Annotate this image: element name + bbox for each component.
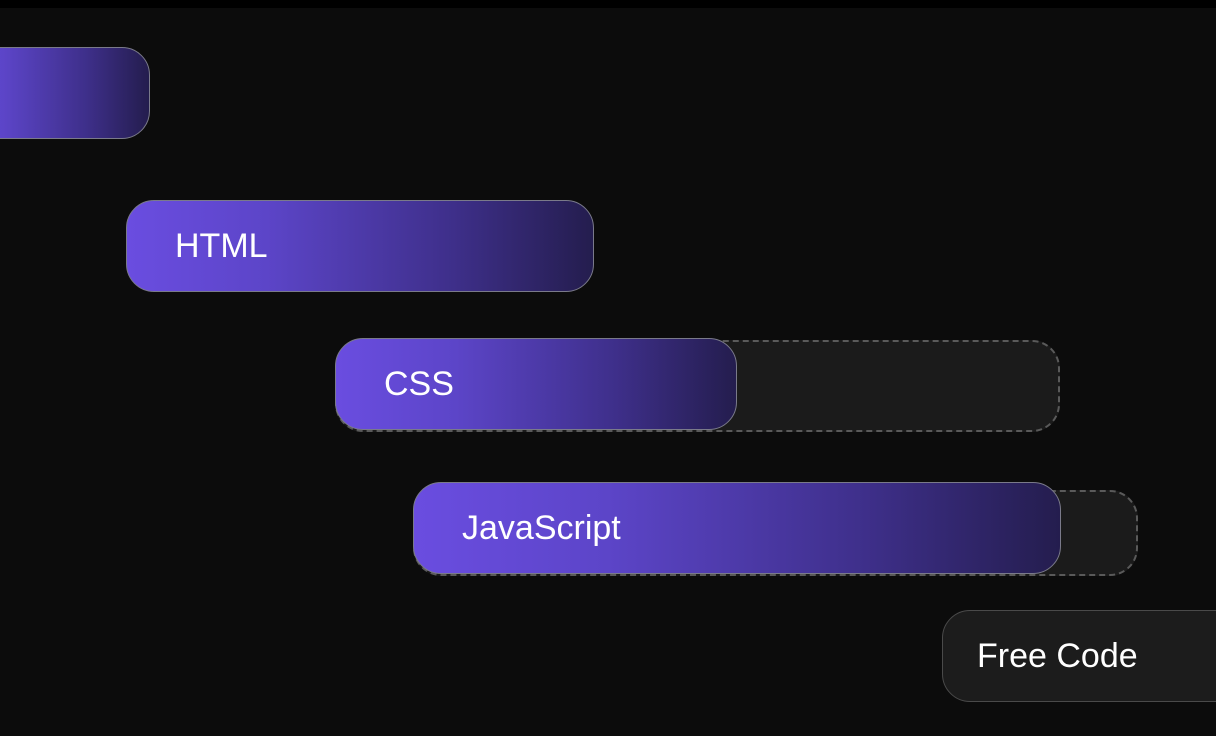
progress-bar-partial <box>0 47 150 139</box>
progress-bar-javascript-label: JavaScript <box>462 509 621 548</box>
progress-bar-css-label: CSS <box>384 365 454 404</box>
badge-free-code-label: Free Code <box>977 637 1138 676</box>
progress-bar-html-label: HTML <box>175 227 268 266</box>
progress-bar-css: CSS <box>335 338 737 430</box>
progress-bar-html: HTML <box>126 200 594 292</box>
badge-free-code: Free Code <box>942 610 1216 702</box>
progress-bar-javascript: JavaScript <box>413 482 1061 574</box>
top-black-strip <box>0 0 1216 8</box>
